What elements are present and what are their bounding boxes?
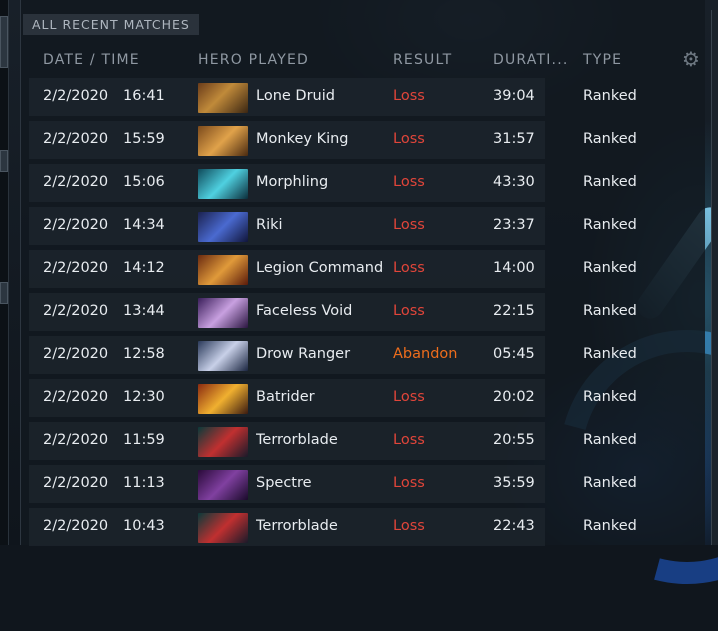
column-header-duration[interactable]: DURATI... (493, 52, 569, 68)
match-time: 10:43 (123, 518, 165, 534)
hero-portrait-icon[interactable] (198, 298, 248, 328)
hero-portrait-icon[interactable] (198, 83, 248, 113)
hero-portrait-icon[interactable] (198, 126, 248, 156)
match-time: 12:30 (123, 389, 165, 405)
match-duration: 22:15 (493, 303, 535, 319)
hero-name[interactable]: Monkey King (256, 131, 384, 147)
left-edge-panel (0, 0, 9, 545)
match-duration: 14:00 (493, 260, 535, 276)
hero-portrait-icon[interactable] (198, 427, 248, 457)
match-type: Ranked (583, 475, 637, 491)
match-time: 12:58 (123, 346, 165, 362)
match-time: 13:44 (123, 303, 165, 319)
hero-portrait-icon[interactable] (198, 341, 248, 371)
match-time: 11:59 (123, 432, 165, 448)
match-duration: 31:57 (493, 131, 535, 147)
match-result: Loss (393, 389, 425, 405)
left-edge-tab[interactable] (0, 16, 8, 68)
match-result: Loss (393, 518, 425, 534)
match-date: 2/2/2020 (43, 174, 109, 190)
hero-name[interactable]: Riki (256, 217, 384, 233)
match-time: 11:13 (123, 475, 165, 491)
match-type: Ranked (583, 88, 637, 104)
left-edge-tab[interactable] (0, 282, 8, 304)
match-duration: 05:45 (493, 346, 535, 362)
hero-portrait-icon[interactable] (198, 384, 248, 414)
match-duration: 20:55 (493, 432, 535, 448)
hero-portrait-icon[interactable] (198, 513, 248, 543)
match-time: 14:12 (123, 260, 165, 276)
match-date: 2/2/2020 (43, 518, 109, 534)
match-date: 2/2/2020 (43, 389, 109, 405)
match-type: Ranked (583, 174, 637, 190)
match-result: Loss (393, 131, 425, 147)
match-result: Loss (393, 432, 425, 448)
match-duration: 35:59 (493, 475, 535, 491)
hero-name[interactable]: Terrorblade (256, 518, 384, 534)
match-type: Ranked (583, 217, 637, 233)
match-type: Ranked (583, 518, 637, 534)
match-result: Loss (393, 260, 425, 276)
match-time: 15:06 (123, 174, 165, 190)
hero-name[interactable]: Faceless Void (256, 303, 384, 319)
match-date: 2/2/2020 (43, 131, 109, 147)
hero-name[interactable]: Lone Druid (256, 88, 384, 104)
match-date: 2/2/2020 (43, 217, 109, 233)
match-result: Loss (393, 217, 425, 233)
hero-name[interactable]: Morphling (256, 174, 384, 190)
match-duration: 22:43 (493, 518, 535, 534)
hero-portrait-icon[interactable] (198, 169, 248, 199)
match-date: 2/2/2020 (43, 260, 109, 276)
match-result: Loss (393, 174, 425, 190)
match-duration: 39:04 (493, 88, 535, 104)
match-type: Ranked (583, 303, 637, 319)
left-edge-tab[interactable] (0, 150, 8, 172)
match-type: Ranked (583, 131, 637, 147)
panel-title: ALL RECENT MATCHES (23, 14, 199, 35)
match-time: 14:34 (123, 217, 165, 233)
match-type: Ranked (583, 389, 637, 405)
hero-name[interactable]: Terrorblade (256, 432, 384, 448)
match-time: 15:59 (123, 131, 165, 147)
match-date: 2/2/2020 (43, 346, 109, 362)
column-header-result[interactable]: RESULT (393, 52, 452, 68)
column-header-date-time[interactable]: DATE / TIME (43, 52, 140, 68)
match-time: 16:41 (123, 88, 165, 104)
match-date: 2/2/2020 (43, 88, 109, 104)
hero-name[interactable]: Drow Ranger (256, 346, 384, 362)
match-result: Loss (393, 303, 425, 319)
match-result: Loss (393, 475, 425, 491)
gear-icon[interactable]: ⚙ (681, 49, 701, 69)
match-duration: 23:37 (493, 217, 535, 233)
hero-portrait-icon[interactable] (198, 470, 248, 500)
column-header-type[interactable]: TYPE (583, 52, 622, 68)
hero-name[interactable]: Spectre (256, 475, 384, 491)
hero-name[interactable]: Batrider (256, 389, 384, 405)
column-header-hero[interactable]: HERO PLAYED (198, 52, 309, 68)
match-date: 2/2/2020 (43, 303, 109, 319)
match-type: Ranked (583, 260, 637, 276)
hero-name[interactable]: Legion Commander (256, 260, 384, 276)
match-date: 2/2/2020 (43, 475, 109, 491)
match-type: Ranked (583, 346, 637, 362)
match-duration: 20:02 (493, 389, 535, 405)
hero-portrait-icon[interactable] (198, 255, 248, 285)
match-result: Loss (393, 88, 425, 104)
hero-portrait-icon[interactable] (198, 212, 248, 242)
match-date: 2/2/2020 (43, 432, 109, 448)
match-duration: 43:30 (493, 174, 535, 190)
match-result: Abandon (393, 346, 458, 362)
right-edge-scrollbar[interactable] (711, 10, 718, 545)
match-type: Ranked (583, 432, 637, 448)
